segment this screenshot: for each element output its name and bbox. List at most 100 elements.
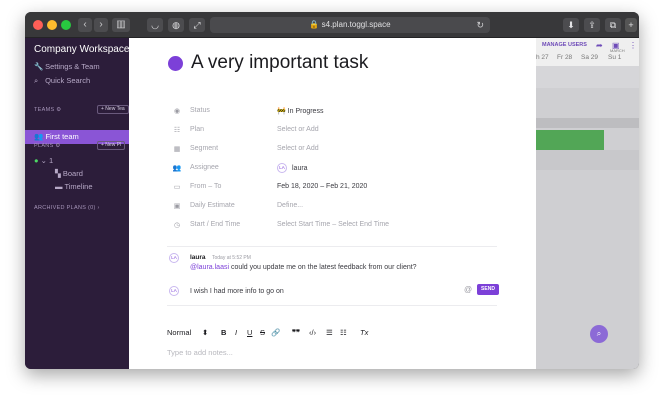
extension-button[interactable]: ◍ bbox=[168, 18, 184, 32]
bullet-list-button[interactable]: ☷ bbox=[340, 328, 347, 337]
task-color-dot[interactable] bbox=[168, 56, 183, 71]
archived-plans-toggle[interactable]: ARCHIVED PLANS (0) › bbox=[34, 205, 100, 211]
comment-input[interactable]: I wish I had more info to go on bbox=[190, 286, 460, 298]
task-title[interactable]: A very important task bbox=[191, 52, 368, 74]
expand-icon: ⤢ bbox=[193, 20, 201, 30]
date-range-value[interactable]: Feb 18, 2020 – Feb 21, 2020 bbox=[277, 183, 367, 190]
tabs-icon: ⧉ bbox=[609, 20, 617, 30]
quick-search-link[interactable]: ⌕ Quick Search bbox=[34, 76, 90, 86]
mention-icon[interactable]: @ bbox=[464, 285, 472, 294]
start-end-time-value[interactable]: Select Start Time – Select End Time bbox=[277, 221, 389, 228]
close-window-button[interactable] bbox=[33, 20, 43, 30]
italic-button[interactable]: I bbox=[235, 328, 237, 337]
quote-button[interactable]: ❞❞ bbox=[292, 328, 300, 337]
manage-users-button[interactable]: MANAGE USERS bbox=[542, 42, 587, 48]
workspace-name: Company Workspace bbox=[34, 44, 129, 55]
month-label: MARCH bbox=[610, 48, 625, 53]
section-divider bbox=[167, 246, 497, 247]
notes-editor[interactable]: Type to add notes... bbox=[167, 348, 233, 357]
timeline-background: MANAGE USERS ➦ ▣ ⋮ h 27 Fr 28 Sa 29 Su 1… bbox=[536, 38, 639, 369]
forward-button[interactable]: › bbox=[94, 18, 108, 32]
back-button[interactable]: ‹ bbox=[78, 18, 92, 32]
new-team-button[interactable]: + New Tea bbox=[97, 105, 129, 114]
more-icon[interactable]: ⋮ bbox=[629, 41, 637, 50]
status-value[interactable]: 🚧 In Progress bbox=[277, 107, 323, 115]
chevron-down-icon: ⌄ bbox=[40, 156, 47, 165]
ordered-list-button[interactable]: ☰ bbox=[326, 328, 333, 337]
search-icon: ⌕ bbox=[34, 76, 39, 85]
link-button[interactable]: 🔗 bbox=[271, 328, 280, 337]
clear-format-icon: Tx bbox=[360, 328, 369, 337]
send-button[interactable]: SEND bbox=[477, 284, 499, 295]
comment-author: laura bbox=[190, 254, 206, 261]
zoom-window-button[interactable] bbox=[61, 20, 71, 30]
search-icon: ⌕ bbox=[596, 329, 602, 338]
download-button[interactable]: ⬇ bbox=[563, 18, 579, 32]
avatar: LA bbox=[169, 286, 179, 296]
minimize-window-button[interactable] bbox=[47, 20, 57, 30]
task-bar[interactable] bbox=[536, 130, 604, 150]
gear-icon[interactable]: ⚙ bbox=[56, 107, 61, 113]
plus-icon: + bbox=[628, 20, 634, 30]
gear-icon[interactable]: ⚙ bbox=[55, 143, 60, 149]
sidebar-item-timeline[interactable]: ▬ Timeline bbox=[55, 182, 93, 191]
code-icon: ‹/› bbox=[309, 328, 317, 337]
sidebar-toggle-button[interactable]: ▥ bbox=[112, 18, 130, 32]
settings-team-link[interactable]: 🔧 Settings & Team bbox=[34, 62, 100, 71]
quote-icon: ❞❞ bbox=[292, 328, 301, 337]
text-style-select[interactable]: Normal bbox=[167, 328, 191, 337]
team-icon: 👥 bbox=[34, 132, 44, 141]
date-label: Su 1 bbox=[608, 54, 622, 61]
share-button[interactable]: ⇪ bbox=[584, 18, 600, 32]
chevron-left-icon: ‹ bbox=[83, 19, 87, 30]
chevron-updown-icon[interactable]: ⬍ bbox=[202, 328, 208, 337]
daily-estimate-input[interactable]: Define... bbox=[277, 202, 303, 209]
avatar: LA bbox=[277, 163, 287, 173]
status-label: Status bbox=[190, 107, 210, 114]
tabs-button[interactable]: ⧉ bbox=[605, 18, 621, 32]
teams-section-label: TEAMS ⚙ bbox=[34, 107, 62, 113]
timeline-header: MANAGE USERS ➦ ▣ ⋮ h 27 Fr 28 Sa 29 Su 1… bbox=[536, 38, 639, 66]
share-icon[interactable]: ➦ bbox=[596, 41, 603, 50]
calendar-icon: ▭ bbox=[173, 184, 181, 191]
timeline-row bbox=[536, 150, 639, 170]
plan-select[interactable]: Select or Add bbox=[277, 126, 319, 133]
estimate-icon: ▣ bbox=[173, 203, 181, 210]
bullet-list-icon: ☷ bbox=[340, 328, 347, 337]
new-tab-button[interactable]: + bbox=[625, 18, 637, 32]
lock-icon: 🔒 bbox=[309, 20, 320, 29]
chevron-right-icon: › bbox=[99, 19, 103, 30]
search-fab-button[interactable]: ⌕ bbox=[590, 325, 608, 343]
comment-mention[interactable]: @laura.laasi bbox=[190, 264, 229, 271]
section-divider bbox=[167, 305, 497, 306]
assignee-icon: 👥 bbox=[172, 165, 182, 172]
pocket-icon: ◡ bbox=[151, 20, 159, 30]
plan-status-dot: ● bbox=[34, 156, 39, 165]
sidebar-item-board[interactable]: ▚ Board bbox=[55, 169, 83, 178]
address-bar[interactable]: 🔒 s4.plan.toggl.space ↻ bbox=[210, 17, 490, 33]
date-label: Sa 29 bbox=[581, 54, 598, 61]
board-icon: ▚ bbox=[55, 169, 61, 178]
strikethrough-button[interactable]: S bbox=[260, 328, 265, 337]
reload-icon[interactable]: ↻ bbox=[476, 17, 484, 33]
sidebar-item-plan[interactable]: ● ⌄ 1 bbox=[34, 156, 53, 165]
workspace-switcher[interactable]: Company Workspace ⌃ bbox=[34, 44, 129, 55]
pocket-extension-button[interactable]: ◡ bbox=[147, 18, 163, 32]
segment-select[interactable]: Select or Add bbox=[277, 145, 319, 152]
timeline-row bbox=[536, 118, 639, 128]
fullscreen-extension-button[interactable]: ⤢ bbox=[189, 18, 205, 32]
chevron-right-icon: › bbox=[97, 205, 100, 211]
date-label: h 27 bbox=[536, 54, 549, 61]
comment-text: @laura.laasi could you update me on the … bbox=[190, 264, 417, 271]
team-label: First team bbox=[45, 132, 79, 141]
assignee-value[interactable]: LA laura bbox=[277, 163, 308, 173]
link-icon: 🔗 bbox=[271, 328, 281, 337]
download-icon: ⬇ bbox=[567, 20, 575, 30]
bold-button[interactable]: B bbox=[221, 328, 226, 337]
underline-button[interactable]: U bbox=[247, 328, 252, 337]
clock-icon: ◷ bbox=[173, 222, 181, 229]
clear-format-button[interactable]: Tx bbox=[360, 328, 368, 337]
new-plan-button[interactable]: + New Pl bbox=[97, 141, 126, 150]
code-button[interactable]: ‹/› bbox=[309, 328, 316, 337]
quick-search-label: Quick Search bbox=[45, 76, 91, 85]
